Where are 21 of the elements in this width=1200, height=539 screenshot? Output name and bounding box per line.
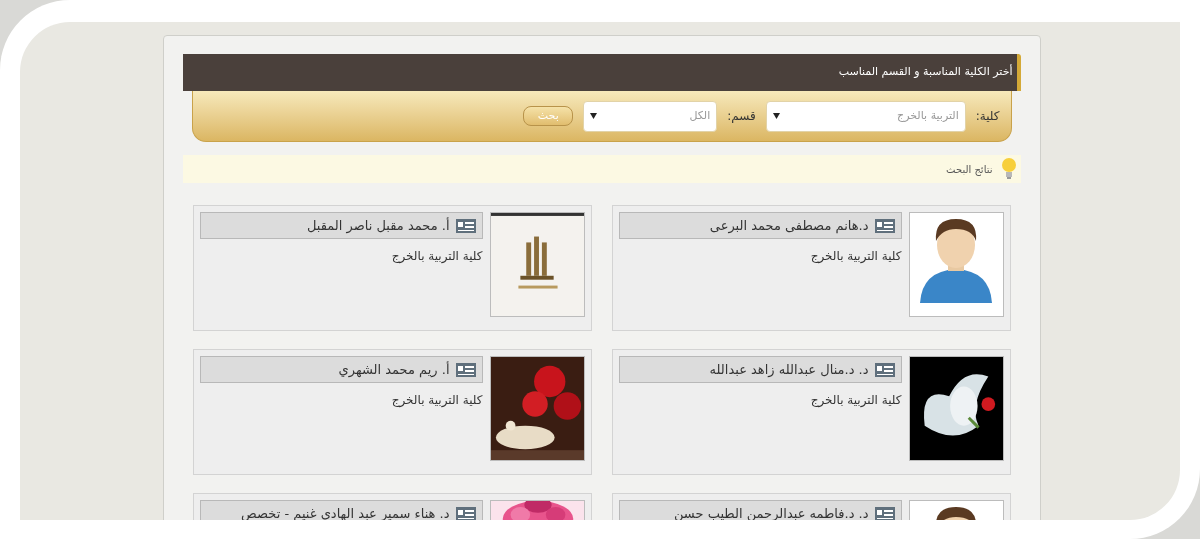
dropdown-arrow-icon [772,113,780,119]
id-card-icon [874,218,895,233]
id-card-icon [874,362,895,377]
id-card-icon [455,218,476,233]
filter-label: كلية: [975,108,1000,125]
college-text: كلية التربية بالخرج [390,248,483,265]
person-name[interactable]: د.هانم مصطفى محمد البرعى [709,215,869,236]
dropdown-arrow-icon [590,113,598,119]
id-card-icon [455,362,476,377]
id-card-icon [874,506,895,520]
college-text: كلية التربية بالخرج [809,248,902,265]
college-text: كلية التربية بالخرج [809,392,902,409]
filter-label: قسم: [727,108,756,125]
light-bulb-icon [1000,158,1017,180]
id-card-icon [455,506,476,520]
person-name[interactable]: د. د.منال عبدالله زاهد عبدالله [709,359,869,380]
college-text: كلية التربية بالخرج [390,392,483,409]
person-name[interactable]: أ. ريم محمد الشهري [338,359,450,380]
header-title: أختر الكلية المناسبة و القسم المناسب [838,64,1013,81]
person-name[interactable]: أ. محمد مقبل ناصر المقبل [307,215,450,236]
results-label: نتائج البحث [946,162,993,177]
